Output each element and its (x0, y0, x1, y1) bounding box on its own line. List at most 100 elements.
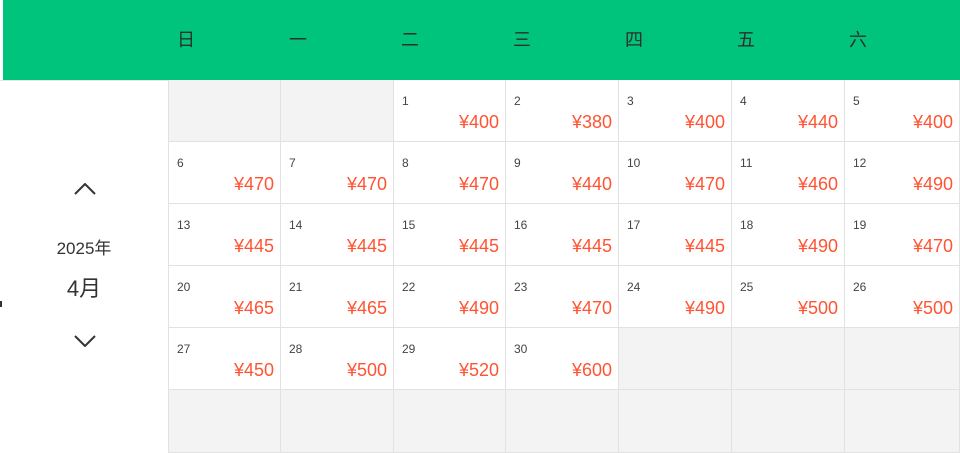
day-number: 1 (402, 94, 409, 108)
day-cell[interactable]: 21 ¥465 (281, 266, 394, 328)
day-number: 11 (740, 156, 753, 170)
empty-cell (732, 390, 845, 453)
day-price: ¥490 (458, 298, 499, 318)
day-cell[interactable]: 14 ¥445 (281, 204, 394, 266)
weekday-header: 日 一 二 三 四 五 六 (3, 0, 960, 80)
month-label: 4月 (66, 276, 102, 301)
day-cell[interactable]: 9 ¥440 (506, 142, 619, 204)
day-price: ¥520 (458, 360, 499, 380)
empty-cell (168, 80, 281, 142)
empty-cell (845, 390, 960, 453)
day-price: ¥400 (912, 112, 953, 132)
weekday-tue: 二 (401, 30, 419, 51)
day-cell[interactable]: 25 ¥500 (732, 266, 845, 328)
day-number: 16 (514, 218, 528, 232)
day-number: 12 (853, 156, 867, 170)
day-price: ¥490 (912, 174, 953, 194)
day-cell[interactable]: 29 ¥520 (394, 328, 506, 390)
day-cell[interactable]: 27 ¥450 (168, 328, 281, 390)
day-cell[interactable]: 3 ¥400 (619, 80, 732, 142)
day-number: 21 (289, 280, 303, 294)
day-cell[interactable]: 8 ¥470 (394, 142, 506, 204)
day-cell[interactable]: 28 ¥500 (281, 328, 394, 390)
day-cell[interactable]: 16 ¥445 (506, 204, 619, 266)
day-price: ¥450 (233, 360, 274, 380)
day-cell[interactable]: 7 ¥470 (281, 142, 394, 204)
day-number: 26 (853, 280, 867, 294)
day-number: 24 (627, 280, 641, 294)
month-navigator: 2025年 4月 (0, 80, 168, 453)
day-number: 15 (402, 218, 416, 232)
day-price: ¥445 (684, 236, 725, 256)
empty-cell (732, 328, 845, 390)
day-price: ¥490 (797, 236, 838, 256)
empty-cell (394, 390, 506, 453)
day-price: ¥470 (684, 174, 725, 194)
day-number: 4 (740, 94, 747, 108)
day-number: 13 (177, 218, 191, 232)
day-cell[interactable]: 24 ¥490 (619, 266, 732, 328)
day-number: 10 (627, 156, 641, 170)
day-price: ¥465 (233, 298, 274, 318)
weekday-mon: 一 (289, 30, 307, 51)
day-number: 2 (514, 94, 521, 108)
weekday-thu: 四 (625, 30, 643, 51)
day-price: ¥490 (684, 298, 725, 318)
chevron-up-icon (74, 183, 96, 195)
day-price: ¥600 (571, 360, 612, 380)
empty-cell (845, 328, 960, 390)
day-cell[interactable]: 12 ¥490 (845, 142, 960, 204)
day-cell[interactable]: 15 ¥445 (394, 204, 506, 266)
day-number: 6 (177, 156, 184, 170)
empty-cell (506, 390, 619, 453)
day-price: ¥500 (912, 298, 953, 318)
day-cell[interactable]: 13 ¥445 (168, 204, 281, 266)
day-number: 28 (289, 342, 303, 356)
day-cell[interactable]: 26 ¥500 (845, 266, 960, 328)
day-price: ¥380 (571, 112, 612, 132)
empty-cell (619, 328, 732, 390)
day-cell[interactable]: 19 ¥470 (845, 204, 960, 266)
day-price: ¥445 (233, 236, 274, 256)
day-cell[interactable]: 10 ¥470 (619, 142, 732, 204)
day-number: 29 (402, 342, 416, 356)
day-number: 7 (289, 156, 296, 170)
day-cell[interactable]: 17 ¥445 (619, 204, 732, 266)
weekday-fri: 五 (737, 30, 755, 51)
day-cell[interactable]: 11 ¥460 (732, 142, 845, 204)
day-price: ¥400 (458, 112, 499, 132)
day-price: ¥400 (684, 112, 725, 132)
empty-cell (168, 390, 281, 453)
day-cell[interactable]: 23 ¥470 (506, 266, 619, 328)
day-number: 17 (627, 218, 641, 232)
day-price: ¥500 (346, 360, 387, 380)
weekday-sun: 日 (177, 30, 195, 51)
next-month-button[interactable] (74, 335, 96, 347)
day-cell[interactable]: 4 ¥440 (732, 80, 845, 142)
day-price: ¥445 (571, 236, 612, 256)
day-price: ¥470 (346, 174, 387, 194)
day-number: 9 (514, 156, 521, 170)
day-number: 25 (740, 280, 754, 294)
day-cell[interactable]: 22 ¥490 (394, 266, 506, 328)
day-cell[interactable]: 2 ¥380 (506, 80, 619, 142)
day-number: 22 (402, 280, 416, 294)
day-cell[interactable]: 5 ¥400 (845, 80, 960, 142)
day-cell[interactable]: 30 ¥600 (506, 328, 619, 390)
weekday-sat: 六 (849, 30, 867, 51)
empty-cell (281, 390, 394, 453)
day-cell[interactable]: 1 ¥400 (394, 80, 506, 142)
day-price: ¥465 (346, 298, 387, 318)
day-price: ¥470 (912, 236, 953, 256)
day-price: ¥445 (346, 236, 387, 256)
day-cell[interactable]: 6 ¥470 (168, 142, 281, 204)
day-number: 30 (514, 342, 528, 356)
day-cell[interactable]: 20 ¥465 (168, 266, 281, 328)
prev-month-button[interactable] (74, 183, 96, 195)
calendar-grid: 1 ¥400 2 ¥380 3 ¥400 4 ¥440 5 ¥400 6 ¥470 7 ¥470 8 ¥470… (168, 80, 960, 453)
day-price: ¥440 (797, 112, 838, 132)
weekday-wed: 三 (513, 30, 531, 51)
day-cell[interactable]: 18 ¥490 (732, 204, 845, 266)
day-number: 18 (740, 218, 754, 232)
day-price: ¥470 (458, 174, 499, 194)
